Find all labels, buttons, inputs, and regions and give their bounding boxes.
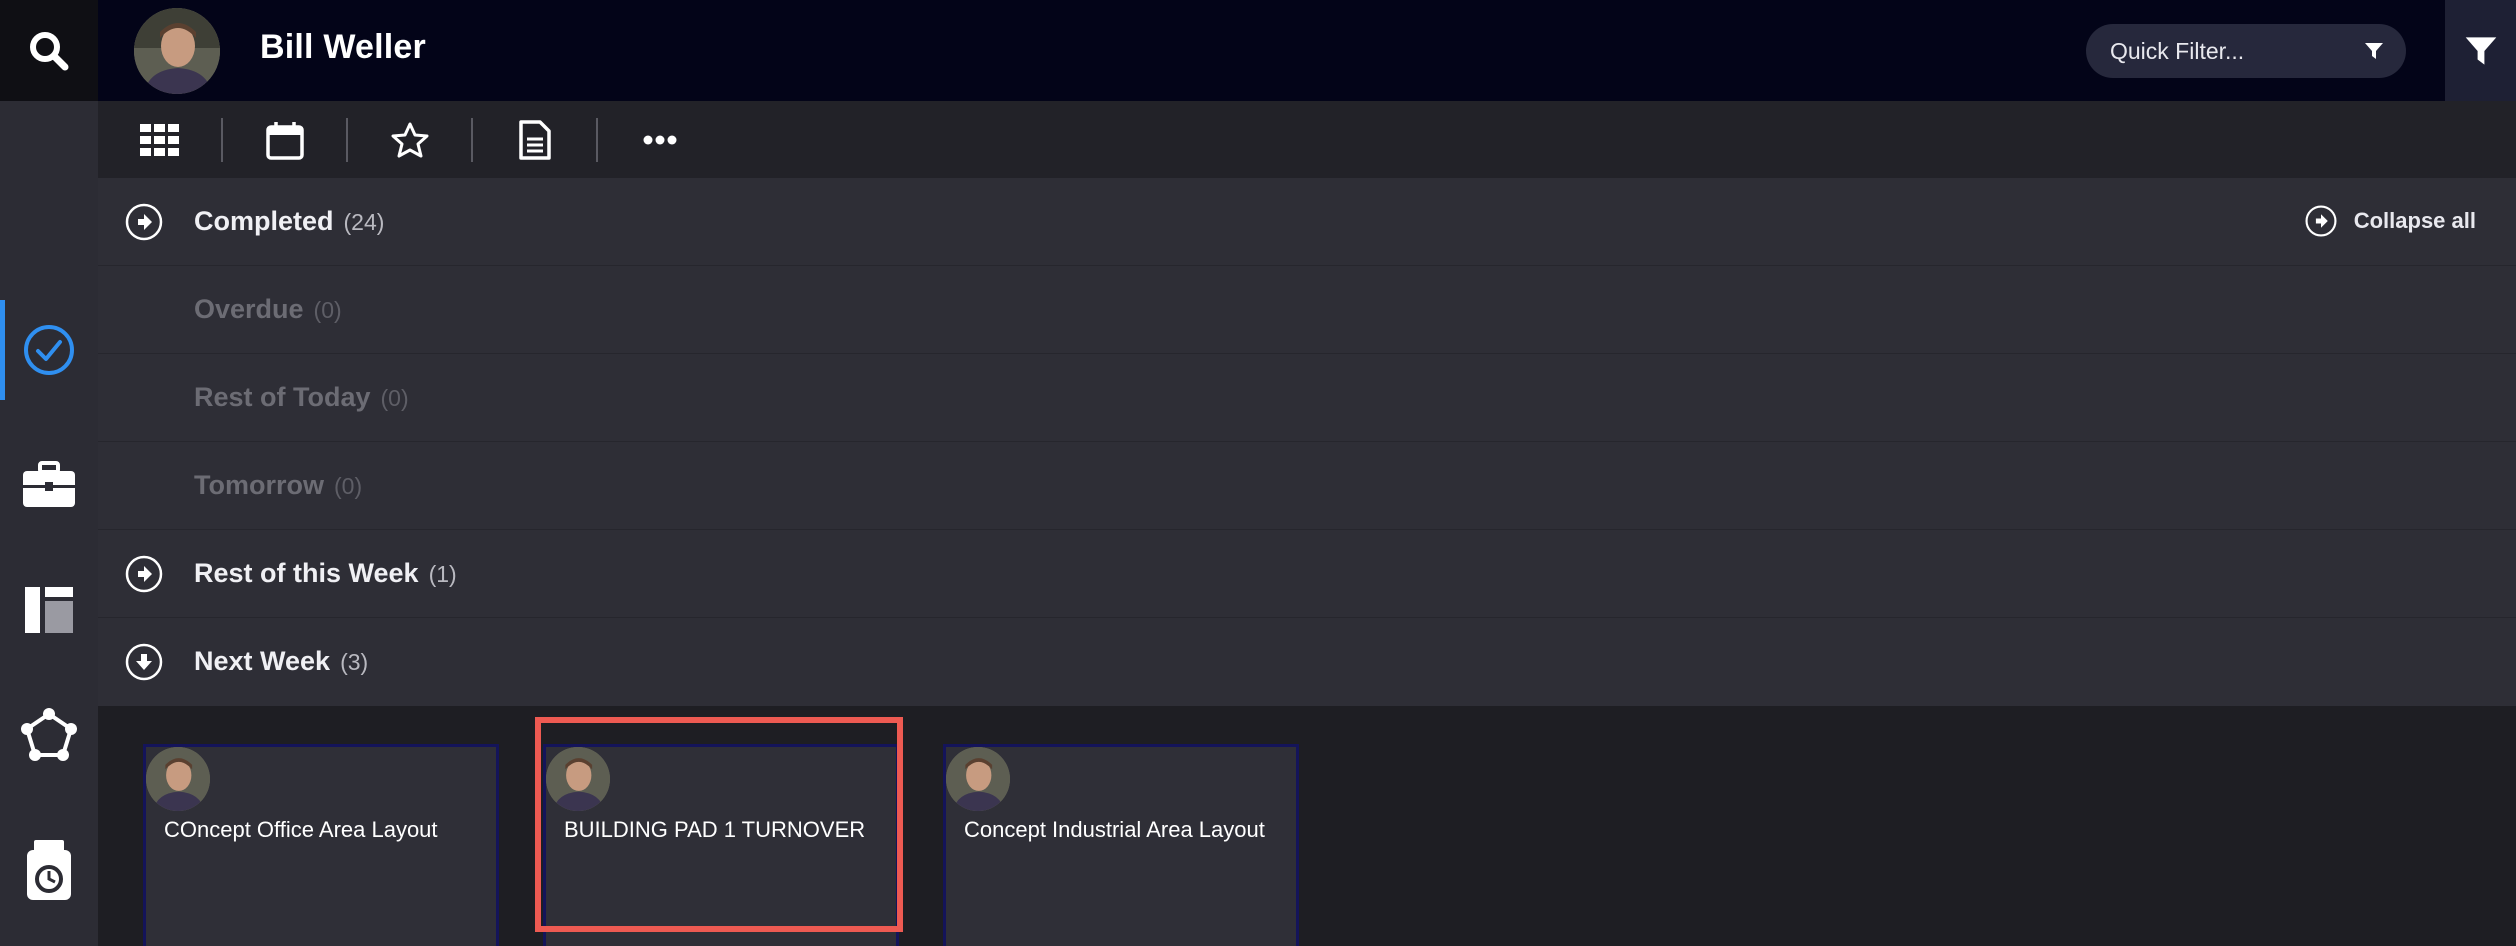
arrow-right-circle-icon[interactable] [124,554,164,594]
group-label: Next Week (3) [194,646,369,676]
view-toolbar [98,101,2516,178]
rail-item-timesheet[interactable] [0,820,98,920]
avatar [946,747,1010,811]
user-name: Bill Weller [260,28,426,66]
group-count: (0) [313,297,342,323]
group-label: Rest of this Week (1) [194,558,457,588]
quick-filter-input[interactable] [2110,34,2340,68]
avatar [546,747,610,811]
left-rail [0,0,98,946]
filter-icon[interactable] [2364,41,2384,61]
rail-item-tasks[interactable] [0,300,98,400]
calendar-icon [265,121,304,160]
top-header: Bill Weller [98,0,2516,101]
collapse-all-label: Collapse all [2353,208,2476,233]
filter-icon [2465,36,2496,65]
arrow-right-circle-icon [2305,205,2337,237]
group-row-rest-of-week[interactable]: Rest of this Week (1) [98,530,2516,618]
task-card[interactable]: Concept Industrial Area Layout [943,744,1299,946]
arrow-right-circle-icon[interactable] [124,202,164,242]
calendar-view-button[interactable] [223,101,346,178]
task-group-list: Completed (24) Collapse all Overdue (0) Re… [98,178,2516,706]
group-count: (3) [340,649,369,675]
group-count: (1) [428,561,457,587]
more-options-button[interactable] [598,101,721,178]
filter-panel-button[interactable] [2445,0,2516,101]
search-icon [30,31,69,70]
layout-icon [25,587,73,633]
more-icon [643,135,676,144]
card-title: COncept Office Area Layout [164,817,438,842]
group-label: Completed (24) [194,206,385,236]
group-row-next-week[interactable]: Next Week (3) [98,618,2516,706]
card-title: BUILDING PAD 1 TURNOVER [564,817,866,842]
group-row-overdue: Overdue (0) [98,266,2516,354]
group-row-rest-of-today: Rest of Today (0) [98,354,2516,442]
network-icon [21,708,77,761]
group-label: Rest of Today (0) [194,382,409,412]
star-icon [391,122,428,157]
briefcase-icon [23,461,75,507]
grid-icon [139,123,179,156]
card-title: Concept Industrial Area Layout [964,817,1265,842]
quick-filter[interactable] [2086,24,2406,78]
group-count: (0) [380,385,409,411]
arrow-down-circle-icon[interactable] [124,642,164,682]
next-week-cards: COncept Office Area Layout BUILDING PAD … [98,706,2516,946]
group-label: Overdue (0) [194,294,342,324]
group-count: (0) [334,473,363,499]
collapse-all-button[interactable]: Collapse all [2304,204,2476,238]
rail-item-boards[interactable] [0,560,98,660]
rail-item-network[interactable] [0,685,98,785]
grid-view-button[interactable] [98,101,221,178]
document-icon [518,119,551,160]
user-avatar[interactable] [134,8,220,94]
group-row-completed[interactable]: Completed (24) Collapse all [98,178,2516,266]
task-card[interactable]: COncept Office Area Layout [143,744,499,946]
group-label: Tomorrow (0) [194,470,363,500]
tasks-check-icon [24,325,74,375]
search-button[interactable] [0,0,98,101]
group-row-tomorrow: Tomorrow (0) [98,442,2516,530]
task-card[interactable]: BUILDING PAD 1 TURNOVER [543,744,899,946]
avatar [146,747,210,811]
favorites-button[interactable] [348,101,471,178]
timesheet-icon [27,840,71,900]
group-count: (24) [343,209,385,235]
rail-item-projects[interactable] [0,435,98,535]
document-view-button[interactable] [473,101,596,178]
